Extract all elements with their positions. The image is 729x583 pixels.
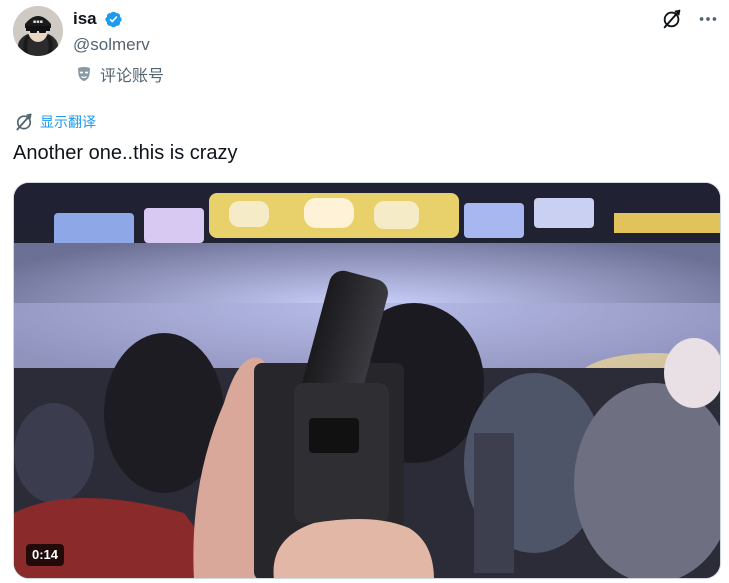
- show-translation-button[interactable]: 显示翻译: [14, 111, 96, 133]
- tweet-text: Another one..this is crazy: [13, 142, 238, 164]
- video-player[interactable]: 0:14: [13, 182, 721, 579]
- show-translation-label: 显示翻译: [40, 115, 96, 131]
- svg-text:▪▪▪: ▪▪▪: [33, 19, 43, 25]
- comment-account-row: 评论账号: [75, 62, 164, 86]
- video-duration: 0:14: [26, 544, 65, 566]
- avatar-image: ▪▪▪: [13, 6, 63, 56]
- video-thumbnail: [14, 183, 720, 578]
- translate-icon: [16, 113, 32, 131]
- mask-icon: [75, 65, 93, 83]
- comment-account-label: 评论账号: [100, 66, 165, 85]
- verified-badge-icon: [105, 11, 122, 28]
- author-name[interactable]: isa: [73, 9, 97, 29]
- more-dots-icon[interactable]: [697, 8, 719, 30]
- tweet: ▪▪▪ isa @solmerv 评论账号 显示翻译 Another one..…: [0, 0, 729, 583]
- avatar[interactable]: ▪▪▪: [13, 6, 63, 56]
- grok-icon[interactable]: [661, 8, 683, 30]
- author-handle[interactable]: @solmerv: [73, 35, 150, 55]
- tweet-actions: [661, 8, 719, 30]
